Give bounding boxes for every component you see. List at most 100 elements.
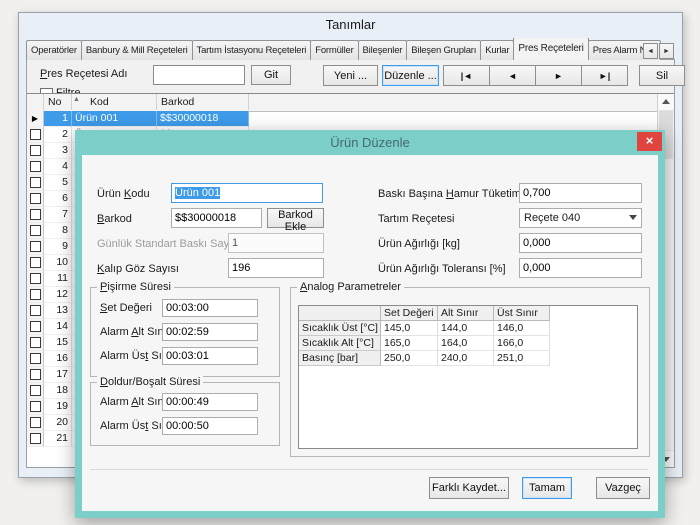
row-selector-cell[interactable]: ▶ xyxy=(27,191,44,207)
doldur-alarm-alt-input[interactable] xyxy=(162,393,258,411)
row-selector-checkbox[interactable] xyxy=(30,289,41,300)
row-selector-cell[interactable]: ▶ xyxy=(27,239,44,255)
tab-scroll-right-icon[interactable]: ► xyxy=(659,43,674,59)
analog-alt-cell[interactable]: 144,0 xyxy=(438,321,494,336)
row-selector-cell[interactable]: ▶ xyxy=(27,383,44,399)
git-button[interactable]: Git xyxy=(251,65,291,85)
row-selector-cell[interactable]: ▶ xyxy=(27,271,44,287)
row-selector-cell[interactable]: ▶ xyxy=(27,255,44,271)
cell-no[interactable]: 17 xyxy=(44,367,72,383)
tab[interactable]: Operatörler xyxy=(26,40,82,60)
row-selector-checkbox[interactable] xyxy=(30,353,41,364)
row-selector-cell[interactable]: ▶ xyxy=(27,335,44,351)
cell-no[interactable]: 16 xyxy=(44,351,72,367)
hamur-tuketimi-input[interactable] xyxy=(519,183,642,203)
row-selector-cell[interactable]: ▶ xyxy=(27,127,44,143)
cell-no[interactable]: 19 xyxy=(44,399,72,415)
analog-set-cell[interactable]: 250,0 xyxy=(381,351,438,366)
cell-no[interactable]: 14 xyxy=(44,319,72,335)
tab[interactable]: Tartım İstasyonu Reçeteleri xyxy=(192,40,312,60)
row-selector-checkbox[interactable] xyxy=(30,177,41,188)
tamam-button[interactable]: Tamam xyxy=(522,477,572,499)
cell-no[interactable]: 11 xyxy=(44,271,72,287)
pisirme-alarm-ust-input[interactable] xyxy=(162,347,258,365)
cell-no[interactable]: 21 xyxy=(44,431,72,447)
row-selector-checkbox[interactable] xyxy=(30,257,41,268)
cell-no[interactable]: 1 xyxy=(44,111,72,127)
cell-no[interactable]: 18 xyxy=(44,383,72,399)
grid-header-barkod[interactable]: Barkod xyxy=(157,94,249,110)
vazgec-button[interactable]: Vazgeç xyxy=(596,477,650,499)
row-selector-checkbox[interactable] xyxy=(30,145,41,156)
nav-prev-button[interactable]: ◄ xyxy=(489,65,536,86)
row-selector-checkbox[interactable] xyxy=(30,161,41,172)
cell-no[interactable]: 13 xyxy=(44,303,72,319)
nav-last-button[interactable]: ►| xyxy=(581,65,628,86)
analog-alt-cell[interactable]: 240,0 xyxy=(438,351,494,366)
tab[interactable]: Bileşenler xyxy=(358,40,408,60)
tab[interactable]: Kurlar xyxy=(480,40,514,60)
row-selector-checkbox[interactable] xyxy=(30,401,41,412)
analog-row[interactable]: Sıcaklık Üst [°C] 145,0 144,0 146,0 xyxy=(299,321,637,336)
row-selector-checkbox[interactable] xyxy=(30,129,41,140)
row-selector-cell[interactable]: ▶ xyxy=(27,351,44,367)
row-selector-checkbox[interactable] xyxy=(30,241,41,252)
row-selector-cell[interactable]: ▶ xyxy=(27,159,44,175)
barkod-ekle-button[interactable]: Barkod Ekle xyxy=(267,208,324,228)
nav-next-button[interactable]: ► xyxy=(535,65,582,86)
recipe-name-input[interactable] xyxy=(153,65,245,85)
tab[interactable]: Formüller xyxy=(310,40,358,60)
analog-set-cell[interactable]: 165,0 xyxy=(381,336,438,351)
cell-kod[interactable]: Ürün 001 xyxy=(72,111,157,127)
cell-no[interactable]: 4 xyxy=(44,159,72,175)
row-selector-checkbox[interactable] xyxy=(30,273,41,284)
row-selector-cell[interactable]: ▶ xyxy=(27,303,44,319)
row-selector-checkbox[interactable] xyxy=(30,225,41,236)
cell-barkod[interactable]: $$30000018 xyxy=(157,111,249,127)
row-selector-checkbox[interactable] xyxy=(30,337,41,348)
tab[interactable]: Pres Reçeteleri xyxy=(513,38,588,60)
cell-no[interactable]: 7 xyxy=(44,207,72,223)
row-selector-cell[interactable]: ▶ xyxy=(27,175,44,191)
tartim-recetesi-select[interactable]: Reçete 040 xyxy=(519,208,642,228)
row-selector-cell[interactable]: ▶ xyxy=(27,223,44,239)
doldur-alarm-ust-input[interactable] xyxy=(162,417,258,435)
sil-button[interactable]: Sil xyxy=(639,65,685,86)
scrollbar-up-button[interactable] xyxy=(658,94,674,111)
analog-row[interactable]: Basınç [bar] 250,0 240,0 251,0 xyxy=(299,351,637,366)
row-selector-checkbox[interactable] xyxy=(30,433,41,444)
row-selector-cell[interactable]: ▶ xyxy=(27,287,44,303)
urun-kodu-input[interactable]: Ürün 001 xyxy=(171,183,323,203)
cell-no[interactable]: 10 xyxy=(44,255,72,271)
urun-agirligi-input[interactable] xyxy=(519,233,642,253)
analog-ust-cell[interactable]: 146,0 xyxy=(494,321,550,336)
farkli-kaydet-button[interactable]: Farklı Kaydet... xyxy=(429,477,509,499)
cell-no[interactable]: 3 xyxy=(44,143,72,159)
grid-header-no[interactable]: No xyxy=(44,94,72,110)
row-selector-cell[interactable]: ▶ xyxy=(27,207,44,223)
cell-no[interactable]: 6 xyxy=(44,191,72,207)
row-selector-cell[interactable]: ▶ xyxy=(27,111,44,127)
row-selector-cell[interactable]: ▶ xyxy=(27,319,44,335)
cell-no[interactable]: 15 xyxy=(44,335,72,351)
set-degeri-input[interactable] xyxy=(162,299,258,317)
row-selector-checkbox[interactable] xyxy=(30,417,41,428)
row-selector-cell[interactable]: ▶ xyxy=(27,431,44,447)
tab-scroll-left-icon[interactable]: ◄ xyxy=(643,43,658,59)
row-selector-checkbox[interactable] xyxy=(30,193,41,204)
analog-alt-cell[interactable]: 164,0 xyxy=(438,336,494,351)
cell-no[interactable]: 8 xyxy=(44,223,72,239)
row-selector-checkbox[interactable] xyxy=(30,385,41,396)
table-row[interactable]: ▶ 1 Ürün 001 $$30000018 xyxy=(27,111,657,127)
pisirme-alarm-alt-input[interactable] xyxy=(162,323,258,341)
kalip-goz-input[interactable] xyxy=(228,258,324,278)
duzenle-button[interactable]: Düzenle ... xyxy=(382,65,439,86)
analog-ust-cell[interactable]: 166,0 xyxy=(494,336,550,351)
row-selector-checkbox[interactable] xyxy=(30,321,41,332)
row-selector-cell[interactable]: ▶ xyxy=(27,143,44,159)
row-selector-checkbox[interactable] xyxy=(30,305,41,316)
nav-first-button[interactable]: |◄ xyxy=(443,65,490,86)
barkod-input[interactable] xyxy=(171,208,262,228)
tab[interactable]: Banbury & Mill Reçeteleri xyxy=(81,40,193,60)
analog-row[interactable]: Sıcaklık Alt [°C] 165,0 164,0 166,0 xyxy=(299,336,637,351)
